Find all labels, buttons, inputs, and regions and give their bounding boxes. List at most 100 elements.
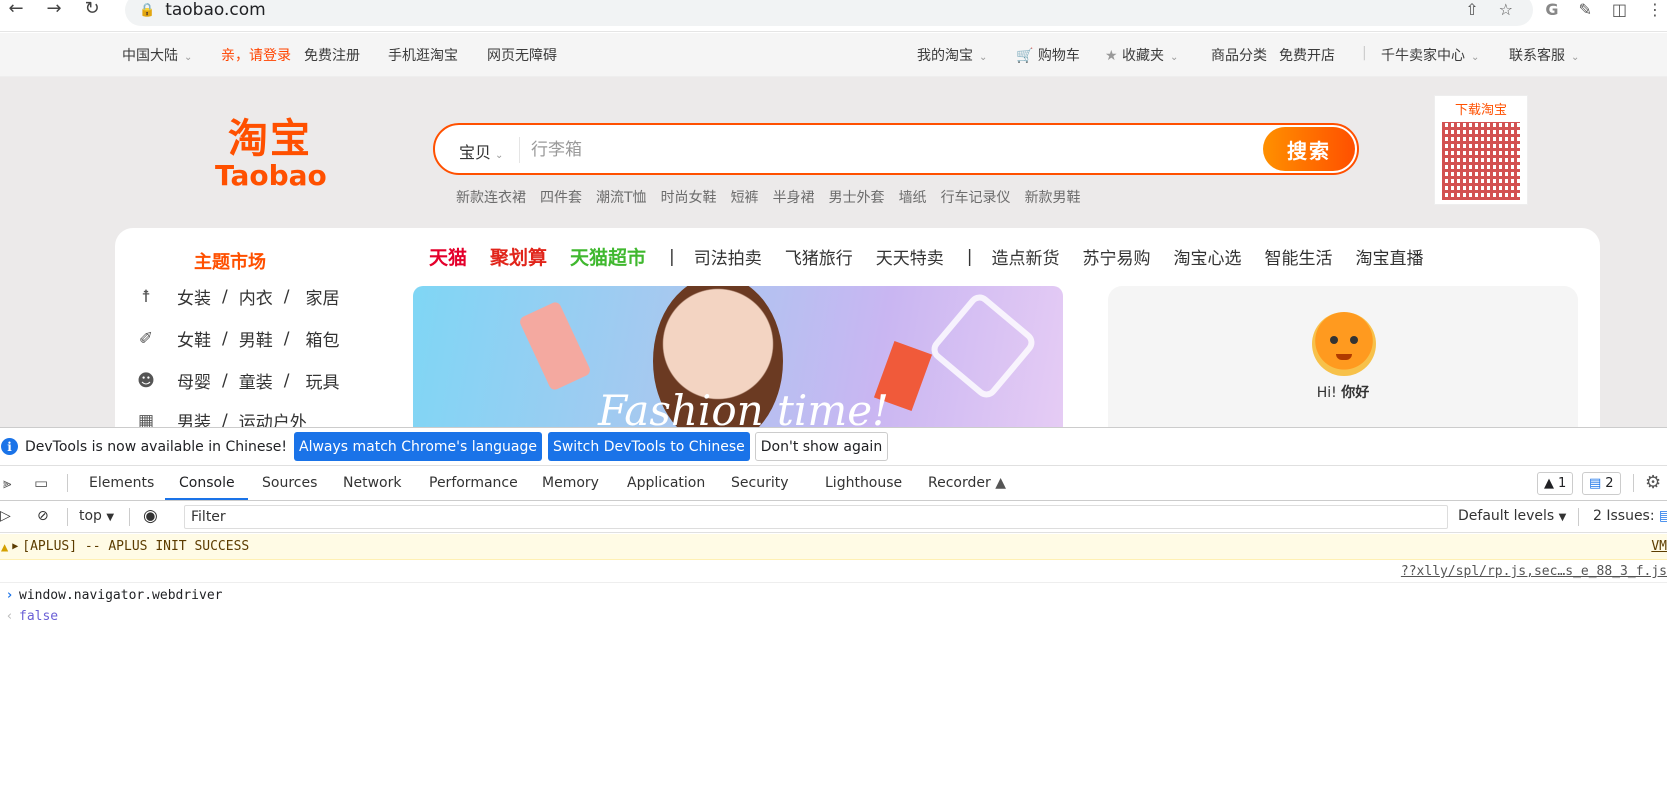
category-link[interactable]: 内衣 <box>239 284 273 309</box>
console-warning-message[interactable]: ▲ ▶ [APLUS] -- APLUS INIT SUCCESS VM <box>0 534 1667 560</box>
hot-word[interactable]: 墙纸 <box>899 187 927 207</box>
hot-word[interactable]: 四件套 <box>540 187 582 207</box>
category-link[interactable]: 家居 <box>305 284 339 309</box>
seller-center-menu[interactable]: 千牛卖家中心 ⌄ <box>1381 45 1479 65</box>
hot-word[interactable]: 短裤 <box>731 187 759 207</box>
hot-word[interactable]: 行车记录仪 <box>941 187 1011 207</box>
channel-link[interactable]: 智能生活 <box>1265 244 1333 269</box>
categories-link[interactable]: 商品分类 <box>1211 45 1267 65</box>
category-link[interactable]: 女鞋 <box>177 326 211 351</box>
tab-lighthouse[interactable]: Lighthouse <box>825 475 902 491</box>
taobao-logo[interactable]: 淘宝 Taobao <box>215 117 327 192</box>
address-url: taobao.com <box>165 0 266 20</box>
back-arrow-icon[interactable]: ← <box>2 0 30 22</box>
channel-link[interactable]: 司法拍卖 <box>694 244 762 269</box>
context-selector[interactable]: top ▼ <box>79 508 114 524</box>
app-download-qr[interactable]: 下载淘宝 <box>1434 95 1528 205</box>
channel-juhuasuan[interactable]: 聚划算 <box>490 243 547 270</box>
dont-show-again-button[interactable]: Don't show again <box>754 432 889 461</box>
tab-sources[interactable]: Sources <box>262 475 317 491</box>
reload-icon[interactable]: ↻ <box>78 0 106 22</box>
expand-triangle-icon[interactable]: ▶ <box>12 541 18 552</box>
hot-word[interactable]: 男士外套 <box>829 187 885 207</box>
issues-button[interactable]: 2 Issues: ▤ <box>1593 508 1667 524</box>
category-link[interactable]: 玩具 <box>305 368 339 393</box>
channel-link[interactable]: 苏宁易购 <box>1083 244 1151 269</box>
category-link[interactable]: 母婴 <box>177 368 211 393</box>
forward-arrow-icon[interactable]: → <box>40 0 68 22</box>
chevron-down-icon: ⌄ <box>1571 52 1580 63</box>
search-box: 宝贝⌄ 搜索 <box>433 123 1359 175</box>
share-icon[interactable]: ⇧ <box>1465 0 1478 19</box>
eye-icon[interactable]: ◉ <box>143 506 158 526</box>
console-command[interactable]: window.navigator.webdriver <box>19 588 223 603</box>
region-selector[interactable]: 中国大陆 ⌄ <box>122 45 192 65</box>
address-bar[interactable]: 🔒 taobao.com ⇧ ☆ <box>125 0 1533 26</box>
dress-icon: ☨ <box>141 286 151 307</box>
hot-word[interactable]: 新款连衣裙 <box>456 187 526 207</box>
warning-source-link[interactable]: VM <box>1651 539 1667 554</box>
favorites-menu[interactable]: ★ 收藏夹 ⌄ <box>1105 45 1178 65</box>
support-menu[interactable]: 联系客服 ⌄ <box>1509 45 1579 65</box>
open-shop-link[interactable]: 免费开店 <box>1279 45 1335 65</box>
console-output-row: ‹ false <box>0 609 59 624</box>
channel-tmall-supermarket[interactable]: 天猫超市 <box>570 243 646 270</box>
tab-elements[interactable]: Elements <box>89 475 154 491</box>
search-category-selector[interactable]: 宝贝 ⌄ <box>459 139 503 163</box>
channel-link[interactable]: 淘宝心选 <box>1174 244 1242 269</box>
hot-word[interactable]: 新款男鞋 <box>1025 187 1081 207</box>
my-taobao-menu[interactable]: 我的淘宝 ⌄ <box>917 45 987 65</box>
tab-recorder[interactable]: Recorder ▲ <box>928 475 1006 491</box>
nav-divider: | <box>1362 45 1367 61</box>
channel-link[interactable]: 飞猪旅行 <box>785 244 853 269</box>
tab-security[interactable]: Security <box>731 475 789 491</box>
bookmark-star-icon[interactable]: ☆ <box>1499 0 1513 19</box>
cart-link[interactable]: 🛒 购物车 <box>1016 45 1080 65</box>
category-link[interactable]: 女装 <box>177 284 211 309</box>
settings-gear-icon[interactable]: ⚙ <box>1645 472 1661 493</box>
inspect-element-icon[interactable]: ⫸ <box>3 474 11 492</box>
chevron-down-icon: ⌄ <box>495 150 504 161</box>
device-toolbar-icon[interactable]: ▭ <box>34 474 48 492</box>
messages-badge[interactable]: ▤ 2 <box>1582 472 1621 495</box>
avatar[interactable] <box>1312 312 1376 376</box>
match-language-button[interactable]: Always match Chrome's language <box>294 432 542 461</box>
search-input[interactable] <box>531 135 1211 165</box>
channel-link[interactable]: 造点新货 <box>992 244 1060 269</box>
extensions-puzzle-icon[interactable]: ✎ <box>1578 0 1591 19</box>
accessibility-link[interactable]: 网页无障碍 <box>487 45 557 65</box>
hot-word[interactable]: 时尚女鞋 <box>661 187 717 207</box>
log-levels-dropdown[interactable]: Default levels ▼ <box>1458 508 1566 524</box>
channel-tmall[interactable]: 天猫 <box>429 243 467 270</box>
menu-dots-icon[interactable]: ⋮ <box>1647 0 1663 19</box>
warnings-badge[interactable]: ▲ 1 <box>1537 472 1574 495</box>
toolbar-divider <box>67 474 68 492</box>
sidebar-toggle-icon[interactable]: ▷ <box>0 508 11 524</box>
source-file-link[interactable]: ??xlly/spl/rp.js,sec…s_e_88_3_f.js <box>1401 564 1667 579</box>
search-category-label: 宝贝 <box>459 143 492 162</box>
seller-center-label: 千牛卖家中心 <box>1381 48 1465 64</box>
clear-console-icon[interactable]: ⊘ <box>37 508 49 524</box>
tab-application[interactable]: Application <box>627 475 705 491</box>
search-button[interactable]: 搜索 <box>1263 127 1355 171</box>
filter-placeholder: Filter <box>191 509 226 525</box>
channel-link[interactable]: 淘宝直播 <box>1356 244 1424 269</box>
tab-console[interactable]: Console <box>179 475 235 491</box>
login-link[interactable]: 亲，请登录 <box>221 45 291 65</box>
tab-memory[interactable]: Memory <box>542 475 599 491</box>
tab-performance[interactable]: Performance <box>429 475 518 491</box>
category-link[interactable]: 童装 <box>239 368 273 393</box>
console-filter-input[interactable]: Filter <box>184 505 1448 529</box>
register-link[interactable]: 免费注册 <box>304 45 360 65</box>
switch-to-chinese-button[interactable]: Switch DevTools to Chinese <box>547 432 750 461</box>
channel-link[interactable]: 天天特卖 <box>876 244 944 269</box>
side-panel-icon[interactable]: ◫ <box>1612 0 1627 19</box>
category-link[interactable]: 男鞋 <box>239 326 273 351</box>
category-link[interactable]: 箱包 <box>305 326 339 351</box>
grammarly-icon[interactable]: G <box>1545 0 1558 19</box>
tab-network[interactable]: Network <box>343 475 401 491</box>
favorites-label: 收藏夹 <box>1122 48 1165 64</box>
mobile-taobao-link[interactable]: 手机逛淘宝 <box>388 45 458 65</box>
hot-word[interactable]: 潮流T恤 <box>596 187 647 207</box>
hot-word[interactable]: 半身裙 <box>773 187 815 207</box>
